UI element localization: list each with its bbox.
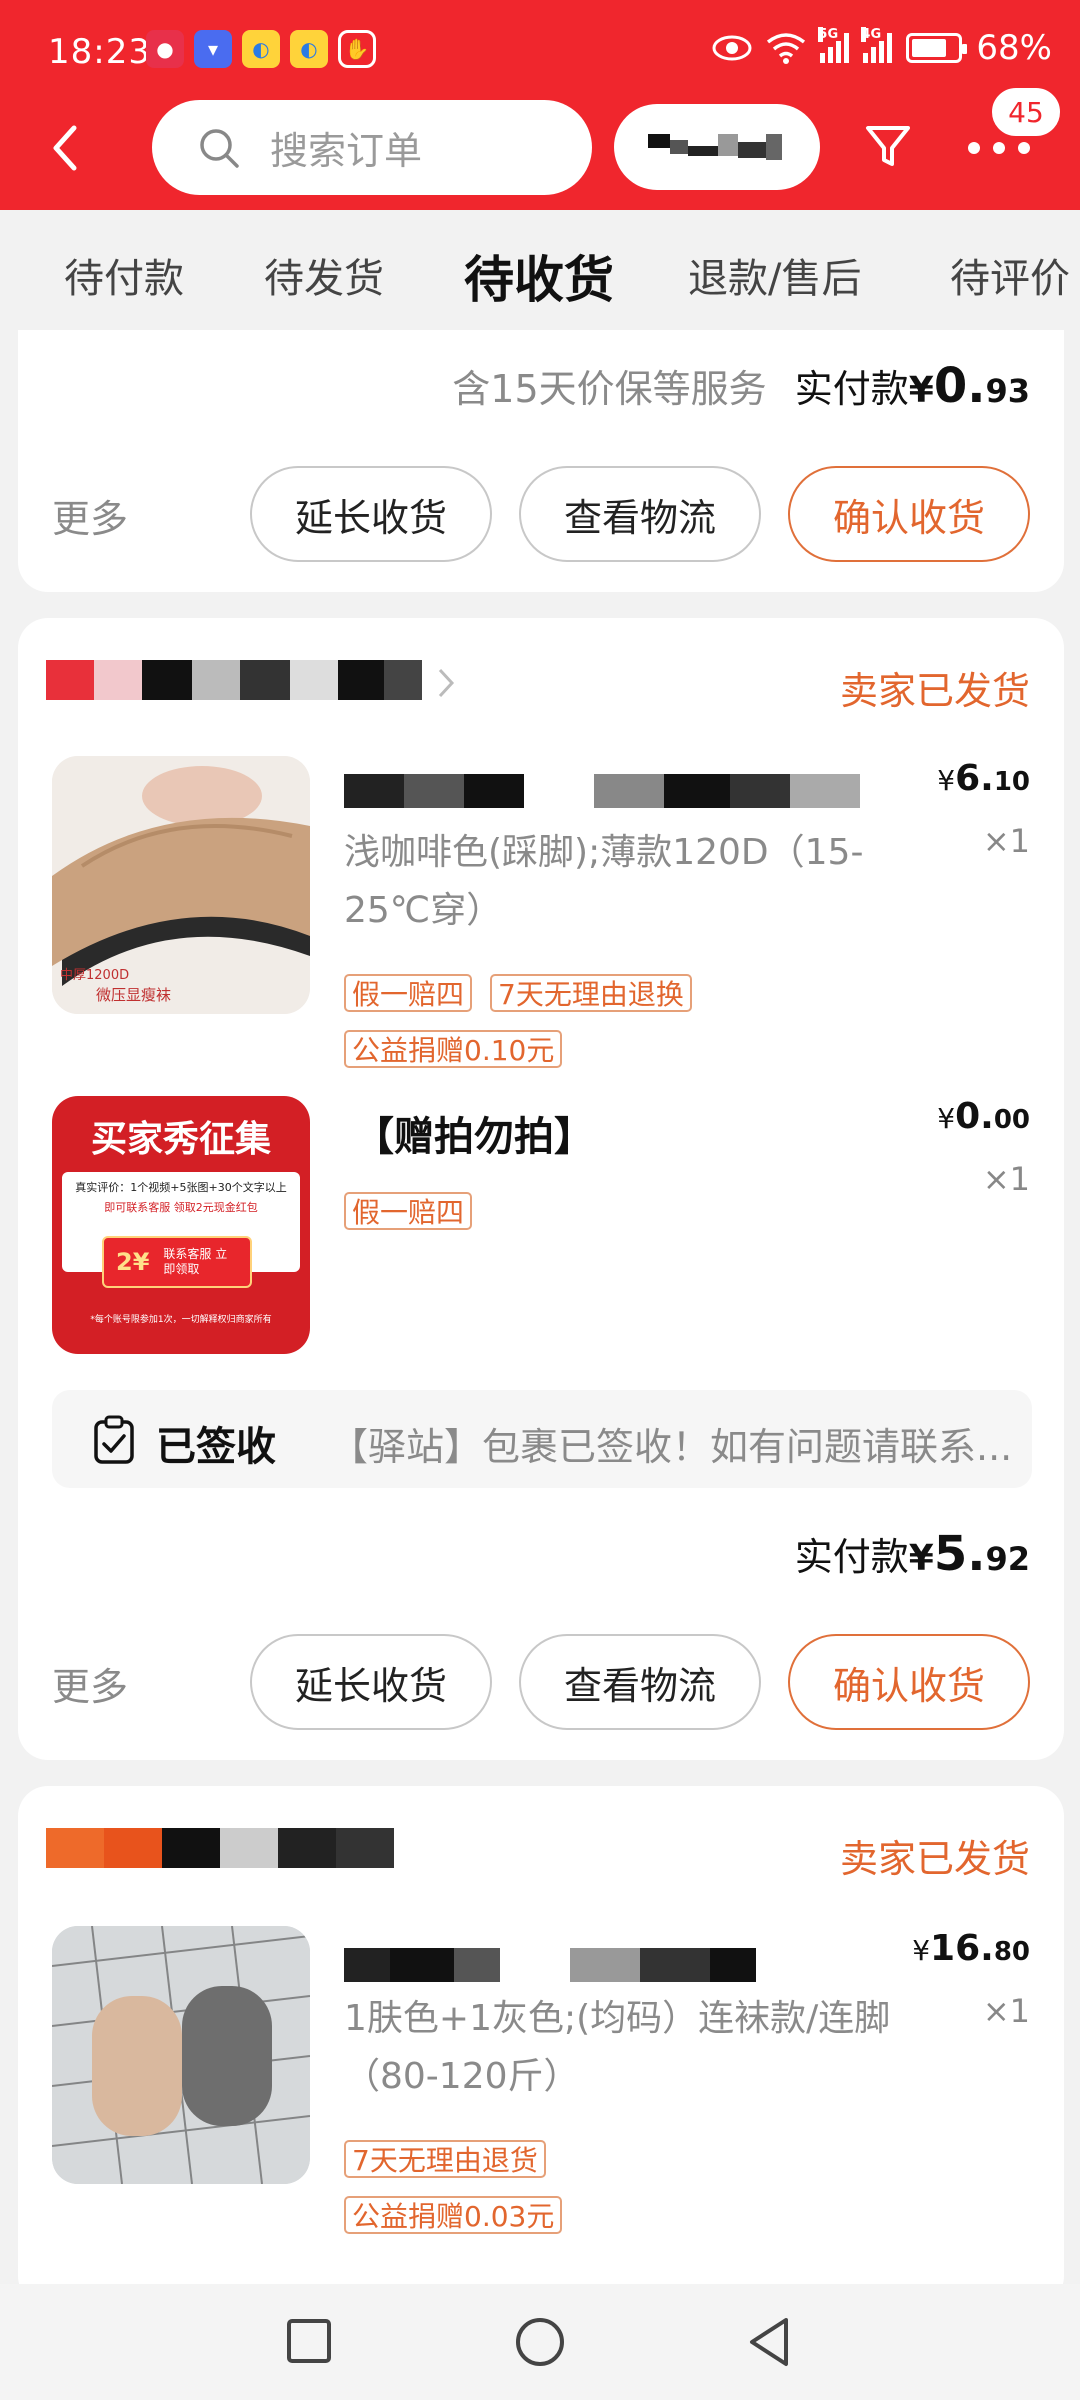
notification-icons: ● ▾ ◐ ◐ ✋ (146, 30, 376, 68)
gift-thumb-btn-text: 联系客服 立即领取 (163, 1247, 228, 1276)
gift-thumb-amount: 2¥ (116, 1248, 150, 1276)
hand-notification-icon: ✋ (338, 30, 376, 68)
more-actions-link[interactable]: 更多 (52, 488, 128, 543)
paid-label: 实付款 (794, 1535, 909, 1579)
wifi-icon (767, 33, 806, 64)
blurred-shop-name[interactable] (46, 660, 422, 700)
item-spec: 1肤色+1灰色;(均码）连袜款/连脚（80-120斤） (344, 1998, 891, 2097)
tag-charity: 公益捐赠0.10元 (344, 1030, 563, 1068)
tab-refund-aftersale[interactable]: 退款/售后 (688, 246, 861, 304)
thumbnail-label-2: 微压显瘦袜 (96, 986, 172, 1004)
gift-thumb-title: 买家秀征集 (90, 1119, 271, 1160)
search-input[interactable]: 搜索订单 (152, 100, 592, 195)
status-bar: 18:23 ● ▾ ◐ ◐ ✋ 5G 4G 68% (0, 0, 1080, 100)
gift-thumb-line2: 即可联系客服 领取2元现金红包 (104, 1201, 258, 1214)
more-actions-link[interactable]: 更多 (52, 1656, 128, 1711)
top-header: 18:23 ● ▾ ◐ ◐ ✋ 5G 4G 68% 搜索订单 45 (0, 0, 1080, 210)
tab-pending-shipment[interactable]: 待发货 (264, 246, 384, 304)
tab-pending-payment[interactable]: 待付款 (64, 246, 184, 304)
order-card-1: 含15天价保等服务 实付款¥0.93 更多 延长收货 查看物流 确认收货 (18, 330, 1064, 592)
signal-4g-icon: 4G (861, 27, 893, 63)
tag-7day-return: 7天无理由退换 (490, 974, 692, 1012)
tag-7day-return: 7天无理由退货 (344, 2140, 546, 2178)
order-status: 卖家已发货 (839, 1837, 1030, 1881)
blurred-account-name (648, 134, 782, 160)
gift-item-title[interactable]: 【赠拍勿拍】 (354, 1104, 594, 1162)
thumbnail-label: 中厚1200D (60, 968, 130, 983)
tab-pending-review[interactable]: 待评价 (950, 246, 1070, 304)
item-quantity: ×1 (982, 1992, 1030, 2030)
chevron-right-icon (438, 668, 455, 698)
product-thumbnail-gift[interactable]: 买家秀征集 真实评价：1个视频+5张图+30个文字以上 即可联系客服 领取2元现… (52, 1096, 310, 1354)
blurred-product-title[interactable] (344, 774, 860, 808)
system-navigation-bar (0, 2284, 1080, 2400)
browser-notification-icon: ◐ (242, 30, 280, 68)
blurred-product-title[interactable] (344, 1948, 756, 1982)
blurred-shop-name[interactable] (46, 1828, 394, 1868)
back-nav-button[interactable] (746, 2316, 792, 2368)
logistics-status: 已签收 (156, 1424, 276, 1470)
status-time: 18:23 (48, 32, 151, 72)
order-status: 卖家已发货 (839, 669, 1030, 713)
filter-button[interactable] (864, 118, 912, 174)
signal-5g-icon: 5G (818, 27, 850, 63)
back-button[interactable] (50, 118, 100, 178)
socks-image (52, 1926, 310, 2184)
paid-label: 实付款 (794, 367, 909, 411)
order-1-total: 含15天价保等服务 实付款¥0.93 (452, 358, 1030, 414)
battery-icon (906, 33, 968, 63)
gift-item-quantity: ×1 (982, 1160, 1030, 1198)
confirm-receipt-button[interactable]: 确认收货 (788, 466, 1030, 562)
item-spec: 浅咖啡色(踩脚);薄款120D（15-25℃穿） (344, 832, 864, 931)
order-tabs: 待付款 待发货 待收货 退款/售后 待评价 (0, 210, 1080, 330)
gift-thumb-footer: *每个账号限参加1次，一切解释权归商家所有 (90, 1315, 272, 1325)
message-count-badge: 45 (990, 86, 1062, 138)
tag-fake-compensation: 假一赔四 (344, 974, 473, 1012)
order-card-3: 卖家已发货 ¥16.80 ×1 1肤色+1灰色;(均码）连袜款/连脚（80-12… (18, 1786, 1064, 2306)
recent-apps-button[interactable] (286, 2318, 332, 2364)
logistics-message: 【驿站】包裹已签收！如有问题请联系... (330, 1425, 1013, 1469)
product-thumbnail-socks[interactable] (52, 1926, 310, 2184)
home-button[interactable] (514, 2316, 566, 2368)
extend-receipt-button[interactable]: 延长收货 (250, 1634, 492, 1730)
gift-item-price: ¥0.00 (937, 1096, 1030, 1137)
app-notification-icon: ● (146, 30, 184, 68)
order-card-2: 卖家已发货 中厚1200D 微压显瘦袜 ¥6.10 ×1 浅咖啡色(踩脚);薄款… (18, 618, 1064, 1760)
item-price: ¥16.80 (912, 1928, 1030, 1969)
search-placeholder: 搜索订单 (270, 129, 423, 173)
item-quantity: ×1 (982, 822, 1030, 860)
price-protection-note: 含15天价保等服务 (452, 367, 767, 411)
status-right: 5G 4G 68% (712, 27, 1052, 68)
chevron-left-icon (53, 125, 77, 171)
extend-receipt-button[interactable]: 延长收货 (250, 466, 492, 562)
tab-pending-receipt[interactable]: 待收货 (464, 240, 614, 312)
view-logistics-button[interactable]: 查看物流 (519, 466, 761, 562)
search-icon (200, 128, 239, 168)
clipboard-check-icon (94, 1415, 134, 1464)
item-price: ¥6.10 (937, 758, 1030, 799)
gift-tag-fake-compensation: 假一赔四 (344, 1192, 473, 1230)
logistics-bar[interactable]: 已签收 【驿站】包裹已签收！如有问题请联系... (52, 1390, 1032, 1488)
order-2-total: 实付款¥5.92 (794, 1526, 1030, 1582)
gift-thumb-line1: 真实评价：1个视频+5张图+30个文字以上 (75, 1181, 287, 1194)
filter-icon (866, 126, 910, 166)
battery-percent: 68% (976, 28, 1052, 68)
confirm-receipt-button[interactable]: 确认收货 (788, 1634, 1030, 1730)
eye-icon (712, 35, 752, 61)
message-notification-icon: ▾ (194, 30, 232, 68)
browser-notification-icon-2: ◐ (290, 30, 328, 68)
view-logistics-button[interactable]: 查看物流 (519, 1634, 761, 1730)
product-thumbnail-tights[interactable]: 中厚1200D 微压显瘦袜 (52, 756, 310, 1014)
account-filter-chip[interactable] (614, 104, 820, 190)
tag-charity: 公益捐赠0.03元 (344, 2196, 563, 2234)
